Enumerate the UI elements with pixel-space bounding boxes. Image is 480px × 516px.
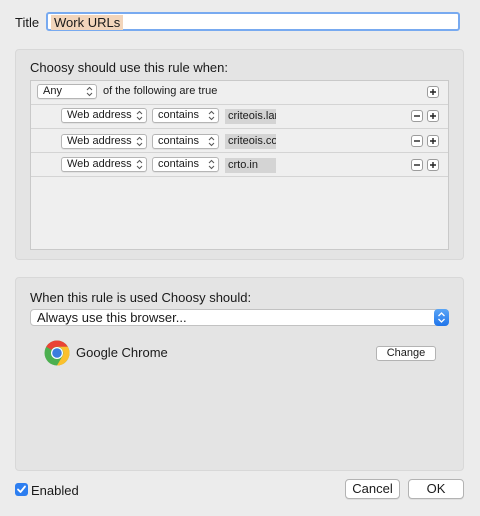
- row-divider: [31, 104, 448, 105]
- plus-icon: [430, 138, 436, 144]
- google-chrome-icon: [44, 340, 70, 366]
- row-divider: [31, 128, 448, 129]
- row-divider: [31, 176, 448, 177]
- enabled-checkbox[interactable]: [15, 483, 28, 496]
- updown-arrows-icon: [136, 110, 143, 121]
- rule-conditions-heading: Choosy should use this rule when:: [30, 60, 229, 75]
- match-mode-suffix: of the following are true: [103, 85, 218, 97]
- updown-arrows-icon: [208, 136, 215, 147]
- condition-field-select[interactable]: Web address: [61, 108, 147, 123]
- condition-operator-value: contains: [158, 109, 199, 121]
- condition-field-select[interactable]: Web address: [61, 157, 147, 172]
- condition-field-value: Web address: [67, 109, 132, 121]
- row-divider: [31, 152, 448, 153]
- updown-arrows-icon: [136, 159, 143, 170]
- add-condition-button[interactable]: [427, 135, 439, 147]
- title-input-value: Work URLs: [51, 15, 124, 30]
- title-input[interactable]: Work URLs: [46, 12, 460, 31]
- condition-operator-value: contains: [158, 135, 199, 147]
- updown-arrows-icon: [208, 159, 215, 170]
- remove-condition-button[interactable]: [411, 159, 423, 171]
- updown-arrows-icon: [86, 86, 93, 97]
- cancel-button[interactable]: Cancel: [345, 479, 400, 499]
- condition-field-value: Web address: [67, 135, 132, 147]
- condition-value-input[interactable]: crto.in: [225, 158, 276, 173]
- action-select-stepper: [434, 309, 449, 326]
- condition-field-value: Web address: [67, 158, 132, 170]
- plus-icon: [430, 113, 436, 119]
- checkmark-icon: [17, 485, 26, 493]
- browser-name: Google Chrome: [76, 345, 168, 360]
- minus-icon: [414, 115, 420, 117]
- add-condition-button[interactable]: [427, 110, 439, 122]
- condition-field-select[interactable]: Web address: [61, 134, 147, 149]
- add-condition-button[interactable]: [427, 159, 439, 171]
- condition-operator-select[interactable]: contains: [152, 134, 219, 149]
- match-mode-select[interactable]: Any: [37, 84, 97, 99]
- ok-button[interactable]: OK: [408, 479, 464, 499]
- updown-arrows-icon: [208, 110, 215, 121]
- title-label: Title: [15, 15, 40, 30]
- condition-value-input[interactable]: criteois.lan: [225, 109, 276, 124]
- action-select[interactable]: Always use this browser...: [30, 309, 449, 326]
- minus-icon: [414, 140, 420, 142]
- minus-icon: [414, 164, 420, 166]
- change-browser-button[interactable]: Change: [376, 346, 436, 361]
- plus-icon: [430, 162, 436, 168]
- rule-action-panel: [15, 277, 464, 471]
- rule-action-heading: When this rule is used Choosy should:: [30, 290, 252, 305]
- add-condition-button[interactable]: [427, 86, 439, 98]
- condition-value-input[interactable]: criteois.cor: [225, 134, 276, 149]
- remove-condition-button[interactable]: [411, 110, 423, 122]
- remove-condition-button[interactable]: [411, 135, 423, 147]
- match-mode-value: Any: [43, 85, 62, 97]
- updown-arrows-icon: [438, 312, 445, 323]
- condition-operator-value: contains: [158, 158, 199, 170]
- updown-arrows-icon: [136, 136, 143, 147]
- condition-operator-select[interactable]: contains: [152, 157, 219, 172]
- enabled-label: Enabled: [31, 483, 79, 498]
- condition-operator-select[interactable]: contains: [152, 108, 219, 123]
- action-select-value: Always use this browser...: [37, 310, 187, 325]
- plus-icon: [430, 89, 436, 95]
